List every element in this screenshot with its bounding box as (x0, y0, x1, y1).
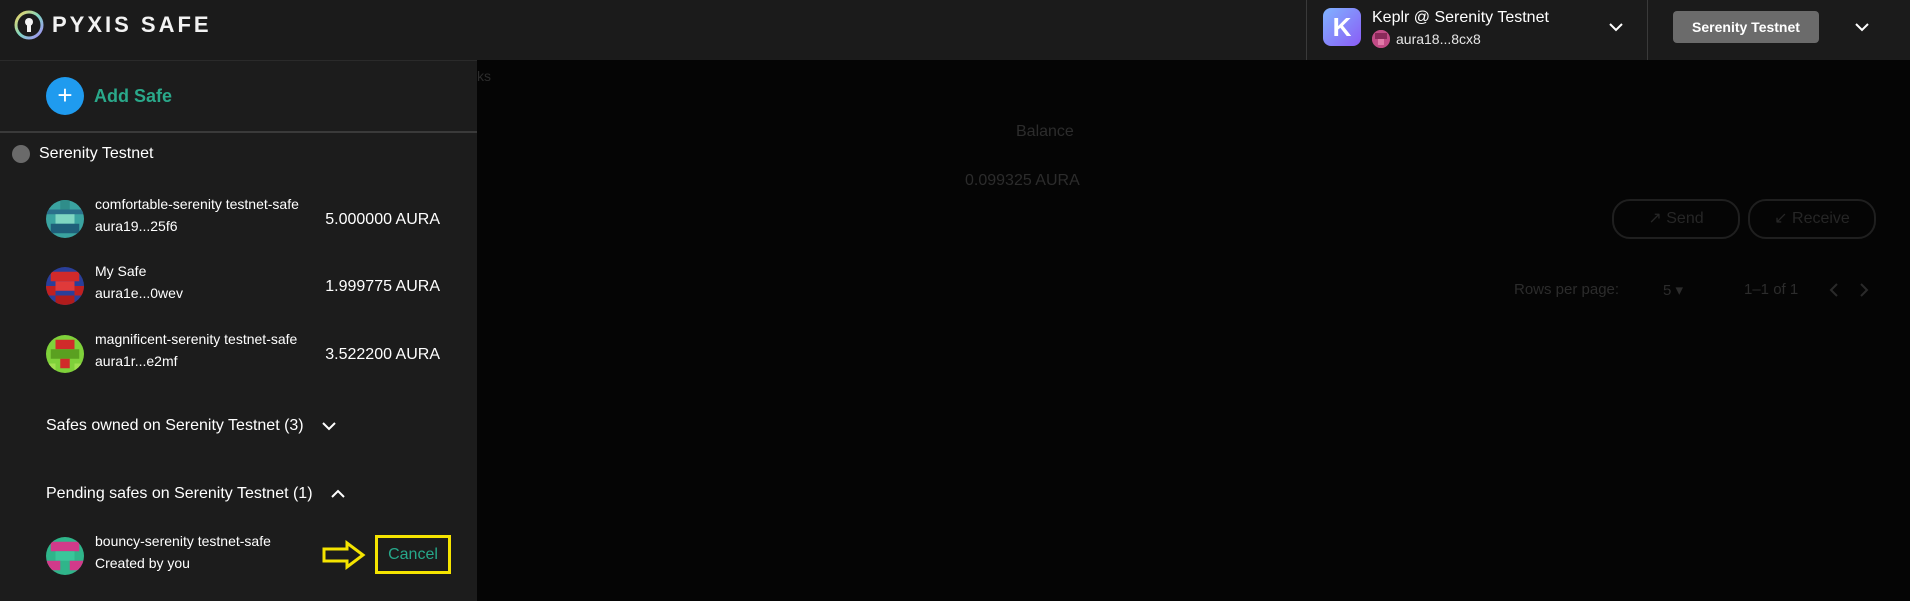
safe-balance: 1.999775 AURA (325, 278, 440, 295)
rows-per-page-label: Rows per page: (1514, 281, 1620, 298)
safe-identicon-icon (46, 267, 84, 305)
pending-safe-item[interactable]: bouncy-serenity testnet-safe Created by … (46, 533, 306, 583)
cancel-button[interactable]: Cancel (375, 535, 451, 574)
owned-safes-toggle[interactable]: Safes owned on Serenity Testnet (3) (46, 417, 338, 435)
app-logo[interactable]: PYXIS SAFE (14, 10, 212, 40)
safe-item[interactable]: comfortable-serenity testnet-safe aura19… (46, 196, 440, 246)
pending-safes-toggle[interactable]: Pending safes on Serenity Testnet (1) (46, 485, 347, 503)
safe-balance: 5.000000 AURA (325, 211, 440, 228)
pagination-range: 1–1 of 1 (1744, 281, 1799, 298)
safe-name: comfortable-serenity testnet-safe (95, 196, 299, 212)
pyxis-logo-icon (14, 10, 44, 40)
safe-name: bouncy-serenity testnet-safe (95, 533, 271, 549)
network-label: Serenity Testnet (39, 145, 154, 162)
plus-icon: + (46, 77, 84, 115)
safe-address: aura19...25f6 (95, 218, 178, 234)
safe-identicon-icon (46, 335, 84, 373)
balance-header: Balance (1016, 123, 1074, 140)
safe-sidebar: + Add Safe Serenity Testnet comfortable-… (0, 61, 477, 601)
network-row: Serenity Testnet (12, 145, 153, 163)
network-status-icon (12, 145, 30, 163)
top-bar: PYXIS SAFE K Keplr @ Serenity Testnet au… (0, 0, 1910, 61)
keplr-wallet-icon: K (1323, 8, 1361, 46)
send-button[interactable]: ↗ Send (1612, 199, 1740, 239)
tab-fragment: ks (477, 68, 491, 84)
app-name: PYXIS SAFE (52, 12, 212, 37)
next-page-icon[interactable] (1857, 282, 1871, 298)
main-content-overlay: ks Balance 0.099325 AURA ↗ Send ↙ Receiv… (477, 60, 1910, 601)
safe-address: aura1e...0wev (95, 285, 183, 301)
network-button[interactable]: Serenity Testnet (1673, 11, 1819, 43)
divider (0, 131, 477, 133)
add-safe-label: Add Safe (94, 85, 173, 106)
receive-button[interactable]: ↙ Receive (1748, 199, 1876, 239)
wallet-selector[interactable]: K Keplr @ Serenity Testnet aura18...8cx8 (1306, 0, 1648, 60)
owned-safes-label: Safes owned on Serenity Testnet (3) (46, 417, 304, 434)
wallet-identicon-icon (1372, 30, 1390, 48)
safe-name: My Safe (95, 263, 147, 279)
chevron-down-icon (321, 422, 336, 431)
rows-per-page-select[interactable]: 5 ▾ (1663, 281, 1683, 299)
highlight-arrow-icon (322, 540, 366, 570)
network-chevron-down-icon[interactable] (1853, 18, 1871, 36)
safe-address: aura1r...e2mf (95, 353, 178, 369)
chevron-up-icon (330, 489, 345, 498)
created-by-label: Created by you (95, 555, 190, 571)
safe-item[interactable]: My Safe aura1e...0wev 1.999775 AURA (46, 263, 440, 313)
wallet-address-row: aura18...8cx8 (1372, 30, 1481, 48)
add-safe-button[interactable]: + Add Safe (46, 77, 172, 115)
wallet-chevron-down-icon[interactable] (1607, 18, 1625, 36)
safe-identicon-icon (46, 200, 84, 238)
pending-safes-label: Pending safes on Serenity Testnet (1) (46, 485, 313, 502)
safe-name: magnificent-serenity testnet-safe (95, 331, 298, 347)
wallet-address: aura18...8cx8 (1396, 31, 1481, 47)
safe-item[interactable]: magnificent-serenity testnet-safe aura1r… (46, 331, 440, 381)
safe-identicon-icon (46, 537, 84, 575)
prev-page-icon[interactable] (1827, 282, 1841, 298)
safe-balance: 3.522200 AURA (325, 346, 440, 363)
balance-value: 0.099325 AURA (965, 172, 1080, 189)
wallet-name: Keplr @ Serenity Testnet (1372, 9, 1549, 26)
